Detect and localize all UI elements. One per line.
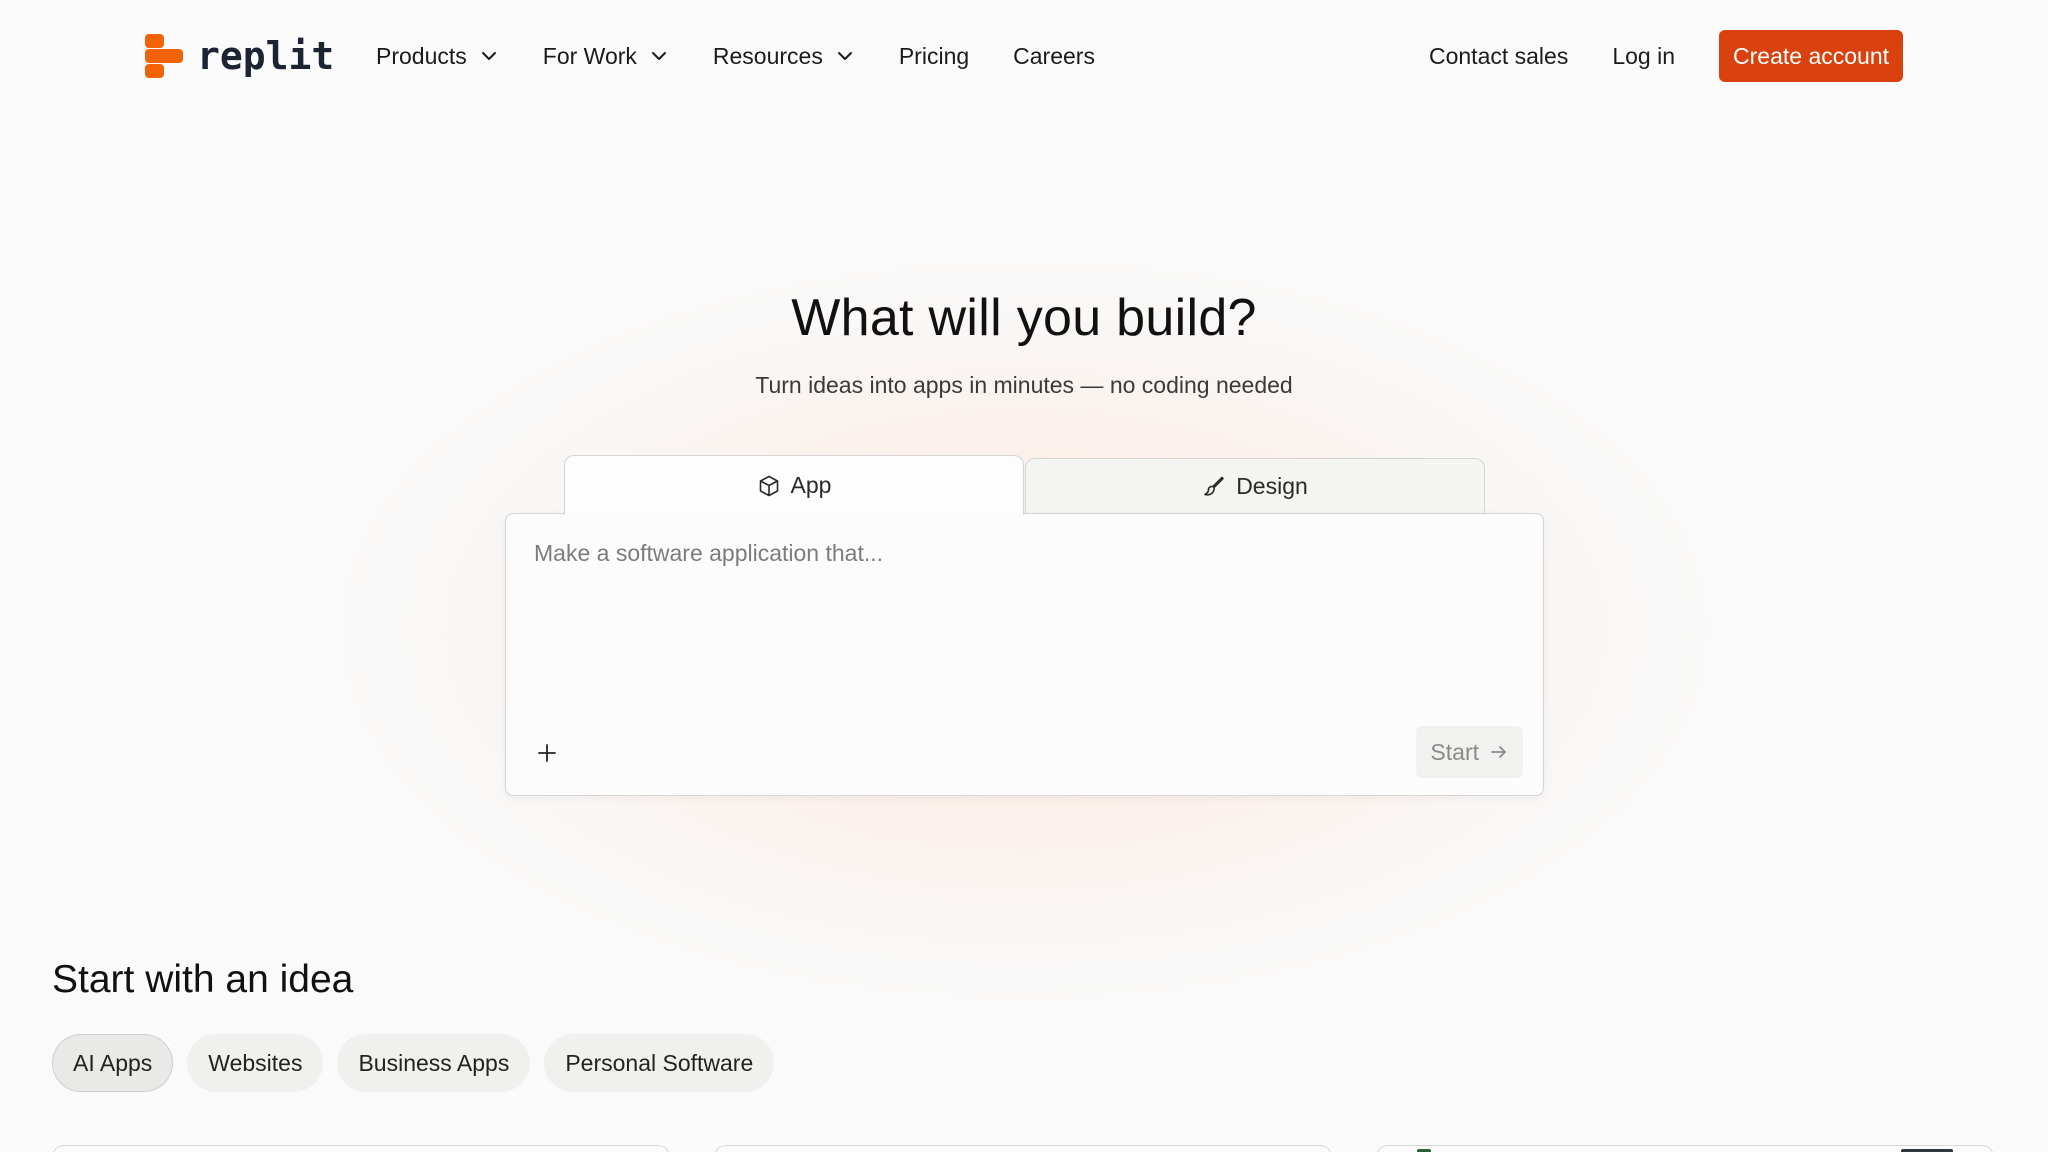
chevron-down-icon xyxy=(651,52,666,60)
page-title: What will you build? xyxy=(791,289,1257,347)
contact-sales-link[interactable]: Contact sales xyxy=(1429,43,1568,70)
arrow-right-icon xyxy=(1491,746,1506,758)
chip-personal-software[interactable]: Personal Software xyxy=(544,1034,775,1092)
plus-icon xyxy=(538,744,556,762)
prompt-box: Start xyxy=(505,513,1544,796)
idea-card[interactable] xyxy=(52,1145,670,1152)
start-button-label: Start xyxy=(1430,738,1479,765)
tab-design[interactable]: Design xyxy=(1025,458,1485,514)
nav-item-label: Products xyxy=(376,42,467,69)
create-account-button[interactable]: Create account xyxy=(1719,30,1903,82)
chevron-down-icon xyxy=(481,52,496,60)
log-in-link[interactable]: Log in xyxy=(1612,43,1675,70)
nav-item-careers[interactable]: Careers xyxy=(1013,43,1095,70)
section-title: Start with an idea xyxy=(52,958,354,1001)
chip-websites[interactable]: Websites xyxy=(187,1034,324,1092)
top-nav: replit Products For Work Resources Prici… xyxy=(0,0,2048,112)
idea-card[interactable] xyxy=(714,1145,1332,1152)
cube-icon xyxy=(759,475,778,496)
chip-ai-apps[interactable]: AI Apps xyxy=(52,1034,174,1092)
nav-actions: Contact sales Log in Create account xyxy=(1429,30,1903,82)
start-button[interactable]: Start xyxy=(1416,726,1523,778)
brand-name: replit xyxy=(197,34,335,78)
nav-item-label: Pricing xyxy=(898,42,970,69)
tab-label: App xyxy=(790,472,832,498)
replit-logo[interactable]: replit xyxy=(145,34,334,78)
tab-label: Design xyxy=(1236,472,1308,499)
nav-item-label: Careers xyxy=(1013,42,1095,69)
page-subtitle: Turn ideas into apps in minutes — no cod… xyxy=(755,372,1293,398)
chevron-down-icon xyxy=(837,52,852,60)
chip-business-apps[interactable]: Business Apps xyxy=(337,1034,531,1092)
nav-item-resources[interactable]: Resources xyxy=(713,43,855,70)
replit-logo-icon xyxy=(145,34,183,78)
prompt-input[interactable] xyxy=(534,540,1514,680)
nav-item-pricing[interactable]: Pricing xyxy=(899,43,969,70)
nav-menu: Products For Work Resources Pricing Care… xyxy=(376,36,1139,76)
tab-app[interactable]: App xyxy=(564,455,1024,515)
idea-category-chips: AI Apps Websites Business Apps Personal … xyxy=(52,1034,775,1092)
nav-item-products[interactable]: Products xyxy=(376,43,499,70)
nav-item-label: For Work xyxy=(542,42,637,69)
brush-icon xyxy=(1204,476,1224,496)
nav-item-label: Resources xyxy=(712,42,823,69)
nav-item-for-work[interactable]: For Work xyxy=(543,43,669,70)
idea-card[interactable] xyxy=(1376,1145,1994,1152)
add-attachment-button[interactable] xyxy=(528,734,566,772)
page: replit Products For Work Resources Prici… xyxy=(0,0,2048,1152)
